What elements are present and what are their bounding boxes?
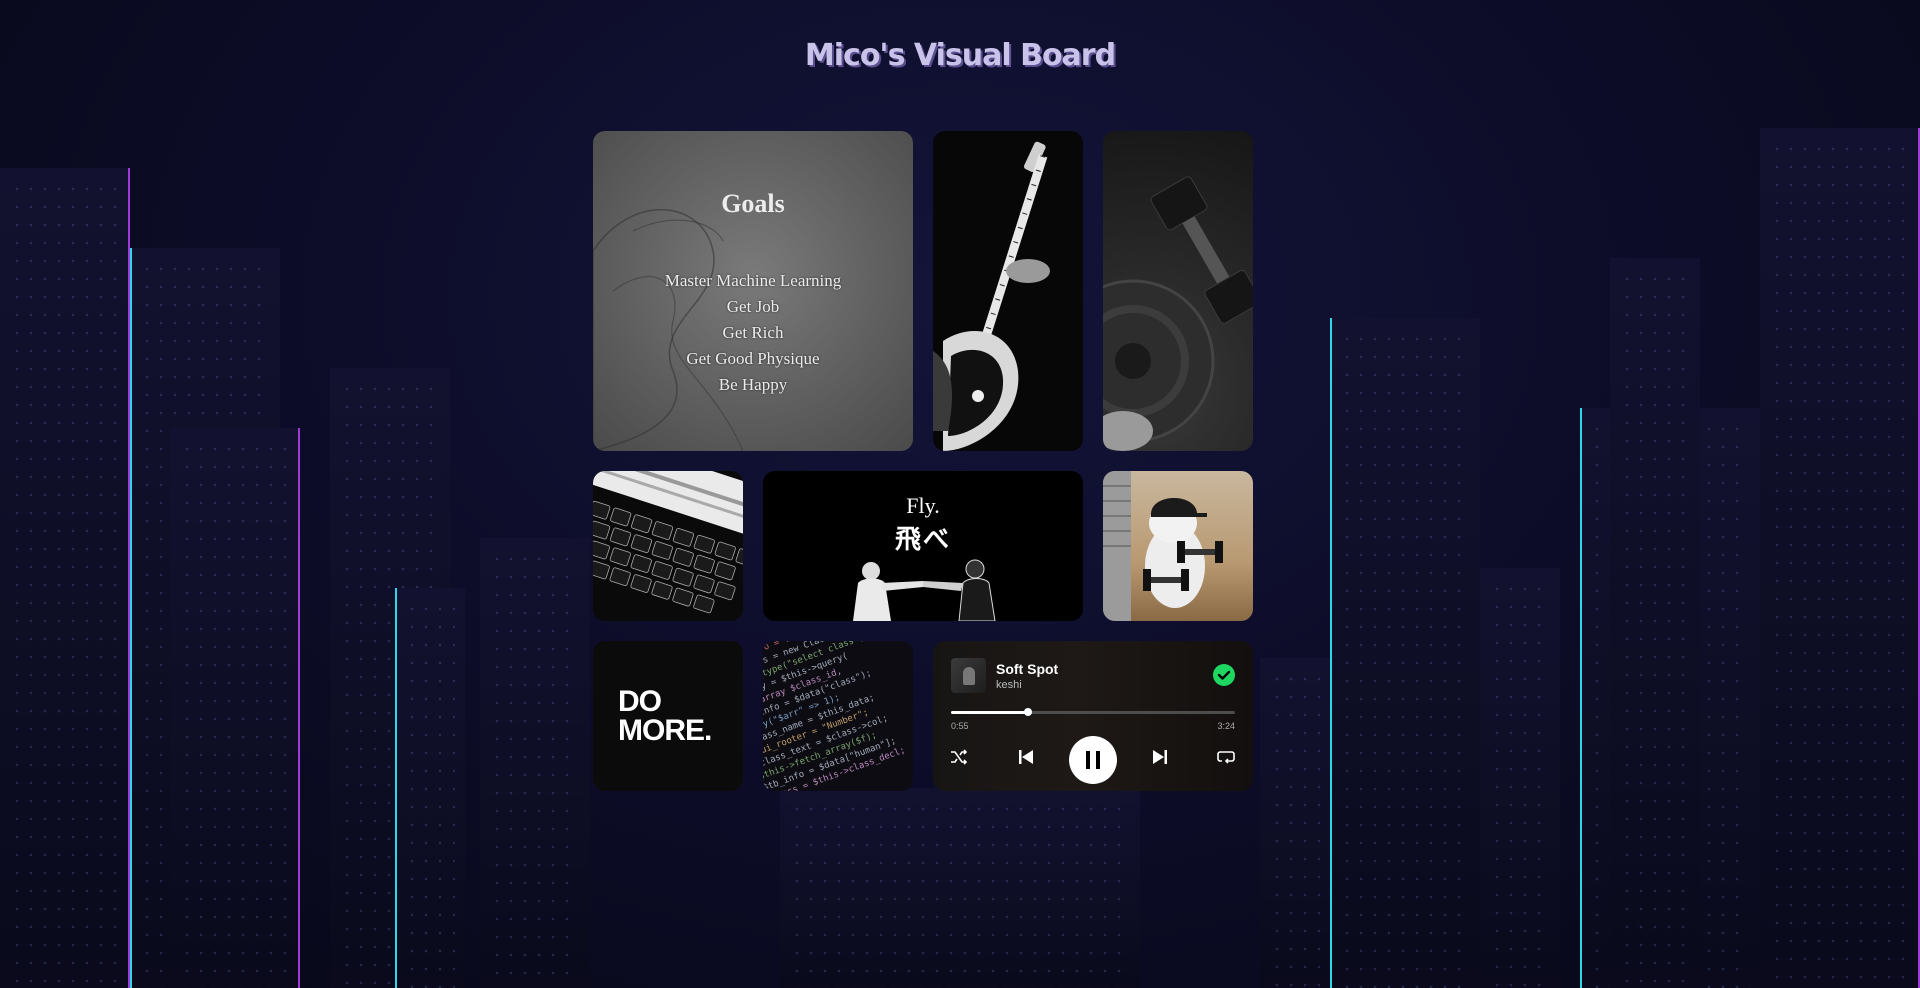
current-time: 0:55: [951, 721, 969, 731]
code-photo: $this_info = .find $cl_class = new Class…: [763, 641, 913, 791]
progress-fill: [951, 711, 1028, 714]
cat-illustration: [1103, 471, 1223, 621]
do-more-line-1: DO: [618, 685, 662, 718]
fly-poster: Fly. 飛べ: [763, 471, 1083, 621]
guitar-illustration: [933, 141, 1050, 451]
cat-dumbbell-photo: [1103, 471, 1253, 621]
goal-item: Master Machine Learning: [664, 271, 842, 290]
artist-name[interactable]: keshi: [996, 679, 1022, 691]
players-illustration: [853, 559, 996, 621]
album-art: [951, 658, 986, 693]
do-more-text: DO MORE.: [618, 685, 712, 747]
keyboard-photo: [593, 471, 743, 621]
repeat-icon[interactable]: [1216, 747, 1236, 772]
goals-title: Goals: [721, 189, 785, 218]
song-title: Soft Spot: [996, 661, 1059, 677]
shuffle-icon[interactable]: [949, 747, 969, 772]
next-icon[interactable]: [1150, 747, 1170, 772]
previous-icon[interactable]: [1016, 747, 1036, 772]
page-title: Mico's Visual Board: [804, 38, 1116, 73]
goals-list: Master Machine Learning Get Job Get Rich…: [593, 268, 913, 398]
goal-item: Be Happy: [718, 375, 788, 394]
total-time: 3:24: [1217, 721, 1235, 731]
keyboard-illustration: [593, 471, 743, 614]
goal-item: Get Good Physique: [686, 349, 820, 368]
goals-card: Goals Master Machine Learning Get Job Ge…: [593, 131, 913, 451]
dumbbell-illustration: [1103, 176, 1253, 451]
music-player: Soft Spot keshi 0:55 3:24: [933, 641, 1253, 791]
check-icon[interactable]: [1213, 664, 1235, 686]
progress-knob[interactable]: [1023, 708, 1032, 716]
pause-icon: [1086, 751, 1100, 769]
goal-item: Get Rich: [722, 323, 784, 342]
dumbbell-photo: [1103, 131, 1253, 451]
code-snippet-art: $this_info = .find $cl_class = new Class…: [763, 641, 907, 791]
do-more-line-2: MORE.: [618, 714, 712, 747]
progress-bar[interactable]: [951, 708, 1235, 716]
guitar-photo: [933, 131, 1083, 451]
pause-button[interactable]: [1069, 736, 1117, 784]
do-more-poster: DO MORE.: [593, 641, 743, 791]
goal-item: Get Job: [726, 297, 780, 316]
